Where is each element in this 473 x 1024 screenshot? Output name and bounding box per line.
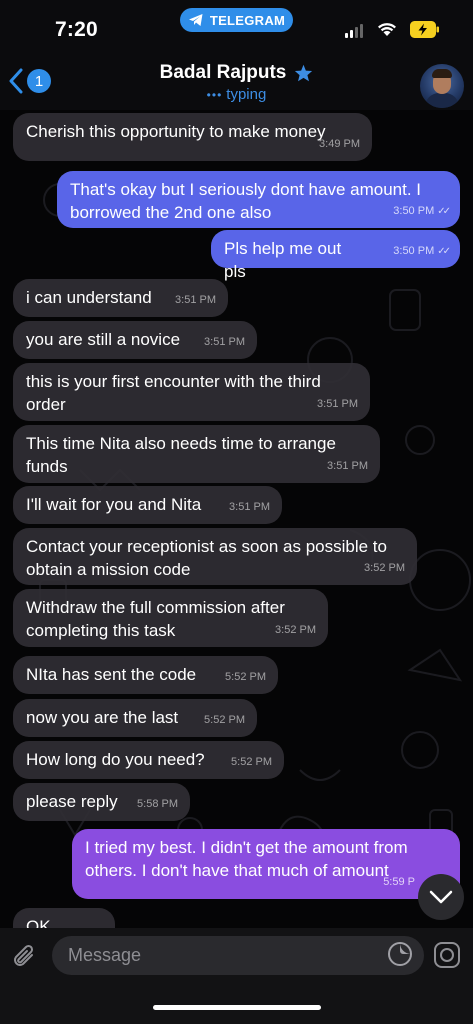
message-incoming[interactable]: now you are the last 5:52 PM xyxy=(13,699,257,737)
message-incoming[interactable]: This time Nita also needs time to arrang… xyxy=(13,425,380,483)
message-time: 3:51 PM xyxy=(229,501,270,513)
message-outgoing[interactable]: I tried my best. I didn't get the amount… xyxy=(72,829,460,899)
message-time: 3:49 PM xyxy=(319,138,360,150)
message-time: 3:51 PM xyxy=(204,336,245,348)
chat-title: Badal Rajputs xyxy=(159,62,287,83)
message-incoming[interactable]: i can understand 3:51 PM xyxy=(13,279,228,317)
message-time: 3:52 PM xyxy=(275,624,316,636)
message-incoming[interactable]: you are still a novice 3:51 PM xyxy=(13,321,257,359)
chat-status: typing xyxy=(226,86,267,103)
message-incoming[interactable]: I'll wait for you and Nita 3:51 PM xyxy=(13,486,282,524)
message-text: this is your first encounter with the th… xyxy=(26,372,321,414)
message-incoming[interactable]: Withdraw the full commission after compl… xyxy=(13,589,328,647)
star-icon xyxy=(295,64,313,82)
message-time: 5:59 P xyxy=(383,876,415,888)
scroll-to-bottom-button[interactable] xyxy=(418,874,464,920)
message-text: This time Nita also needs time to arrang… xyxy=(26,434,336,476)
message-time: 3:51 PM xyxy=(317,398,358,410)
message-text: Contact your receptionist as soon as pos… xyxy=(26,537,387,579)
message-outgoing[interactable]: Pls help me out pls 3:50 PM ✓✓ xyxy=(211,230,460,281)
message-text: OK xyxy=(26,917,51,928)
typing-dots-icon: ••• xyxy=(206,88,223,102)
message-text: Pls help me out pls xyxy=(224,239,342,281)
chevron-down-icon xyxy=(429,890,453,904)
message-time: 3:50 PM xyxy=(393,245,435,257)
read-checkmarks-icon: ✓✓ xyxy=(437,246,451,257)
camera-icon[interactable] xyxy=(432,940,462,970)
message-text: Cherish this opportunity to make money xyxy=(26,122,326,141)
message-incoming[interactable]: please reply 5:58 PM xyxy=(13,783,190,821)
message-input-placeholder: Message xyxy=(68,945,142,965)
message-outgoing[interactable]: That's okay but I seriously dont have am… xyxy=(57,171,460,228)
status-bar: 7:20 TELEGRAM xyxy=(0,0,473,52)
message-text: Withdraw the full commission after compl… xyxy=(26,598,285,640)
telegram-icon xyxy=(188,14,203,26)
status-time: 7:20 xyxy=(55,18,98,41)
message-text: That's okay but I seriously dont have am… xyxy=(70,180,421,222)
telegram-pill[interactable]: TELEGRAM xyxy=(180,8,293,32)
message-time: 5:58 PM xyxy=(137,798,178,810)
contact-avatar[interactable] xyxy=(420,64,464,108)
sticker-icon[interactable] xyxy=(386,940,414,968)
chat-title-area[interactable]: Badal Rajputs ••• typing xyxy=(0,62,473,103)
message-incoming[interactable]: How long do you need? 5:52 PM xyxy=(13,741,284,779)
message-incoming[interactable]: Cherish this opportunity to make money 3… xyxy=(13,113,372,161)
message-time: 3:51 PM xyxy=(327,460,368,472)
message-time: 5:52 PM xyxy=(204,714,245,726)
home-indicator xyxy=(153,1005,321,1010)
message-time: 3:51 PM xyxy=(175,294,216,306)
battery-icon xyxy=(410,21,439,38)
wifi-icon xyxy=(378,23,396,36)
message-time: 3:50 PM xyxy=(393,205,435,217)
paperclip-icon[interactable] xyxy=(10,942,40,972)
chat-header: 1 Badal Rajputs ••• typing xyxy=(0,52,473,110)
message-incoming[interactable]: Contact your receptionist as soon as pos… xyxy=(13,528,417,585)
message-input[interactable]: Message xyxy=(52,936,424,975)
signal-icon xyxy=(345,24,363,38)
message-incoming[interactable]: NIta has sent the code 5:52 PM xyxy=(13,656,278,694)
telegram-pill-label: TELEGRAM xyxy=(209,12,286,28)
read-checkmarks-icon: ✓✓ xyxy=(437,206,451,217)
message-list[interactable]: Cherish this opportunity to make money 3… xyxy=(0,110,473,928)
message-incoming[interactable]: this is your first encounter with the th… xyxy=(13,363,370,421)
message-time: 5:52 PM xyxy=(231,756,272,768)
message-time: 3:52 PM xyxy=(364,562,405,574)
message-incoming[interactable]: OK xyxy=(13,908,115,928)
message-time: 5:52 PM xyxy=(225,671,266,683)
